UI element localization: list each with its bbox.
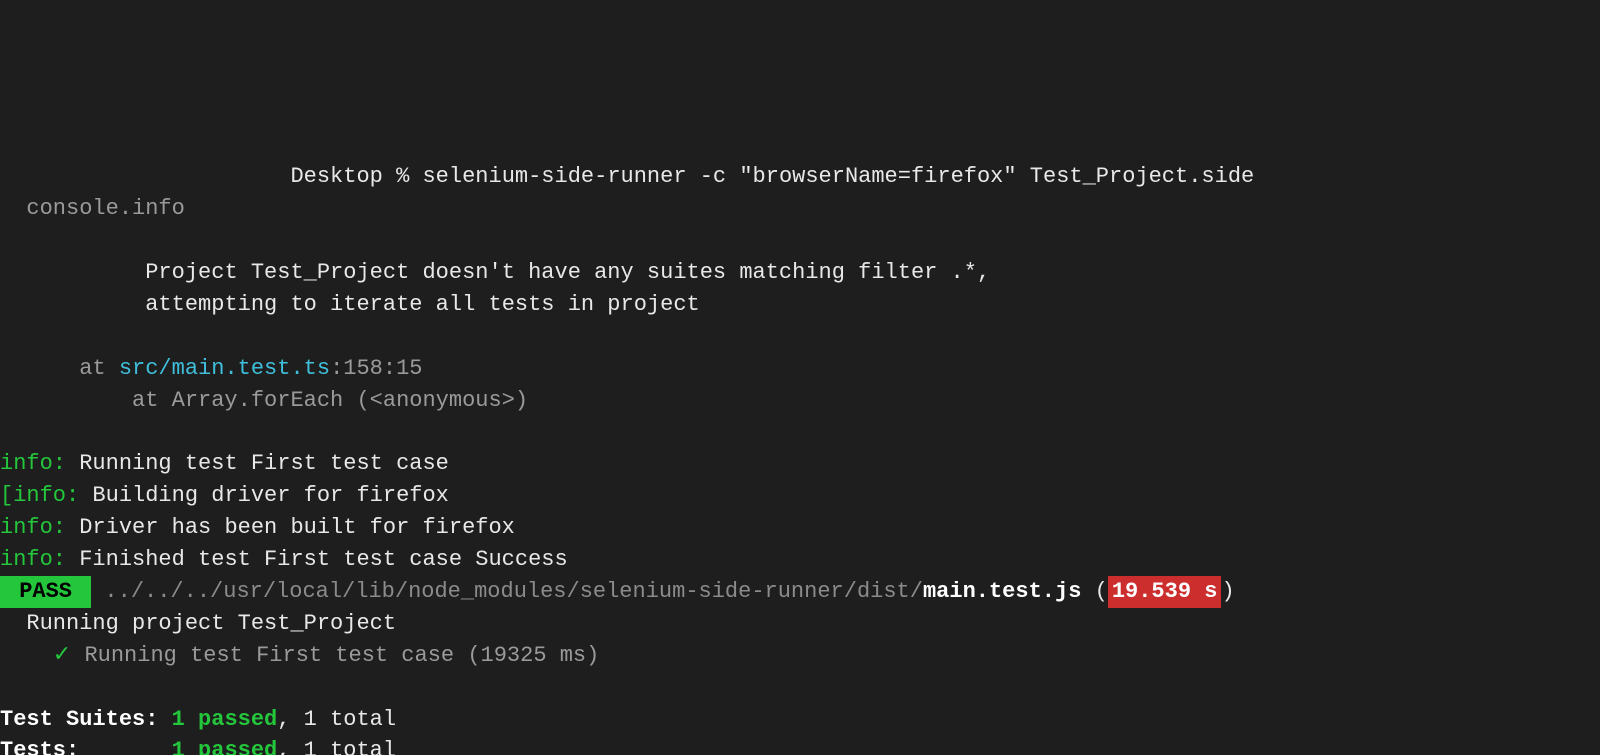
stack-file-link[interactable]: src/main.test.ts	[119, 356, 330, 381]
pass-badge: PASS	[0, 576, 91, 608]
pass-path-file: main.test.js	[923, 579, 1081, 604]
check-icon: ✓	[0, 643, 84, 668]
stack-at-line: at src/main.test.ts:158:15	[0, 356, 422, 381]
log-line-4: info: Finished test First test case Succ…	[0, 547, 568, 572]
summary-tests: Tests: 1 passed, 1 total	[0, 738, 396, 755]
message-line-2: attempting to iterate all tests in proje…	[0, 292, 700, 317]
prompt-sep: %	[383, 164, 423, 189]
running-project-line: Running project Test_Project	[0, 611, 396, 636]
console-info-label: console.info	[0, 196, 185, 221]
log-line-2: [info: Building driver for firefox	[0, 483, 449, 508]
prompt-command[interactable]: selenium-side-runner -c "browserName=fir…	[422, 164, 1254, 189]
prompt-line: Desktop % selenium-side-runner -c "brows…	[0, 164, 1254, 189]
stack-foreach-line: at Array.forEach (<anonymous>)	[0, 388, 528, 413]
log-line-1: info: Running test First test case	[0, 451, 449, 476]
terminal-output: Desktop % selenium-side-runner -c "brows…	[0, 159, 1600, 755]
running-test-line: ✓ Running test First test case (19325 ms…	[0, 643, 599, 668]
log-line-3: info: Driver has been built for firefox	[0, 515, 515, 540]
prompt-location: Desktop	[290, 164, 382, 189]
message-line-1: Project Test_Project doesn't have any su…	[0, 260, 990, 285]
pass-time-badge: 19.539 s	[1108, 576, 1222, 608]
pass-line: PASS ../../../usr/local/lib/node_modules…	[0, 579, 1235, 604]
pass-path-dim: ../../../usr/local/lib/node_modules/sele…	[91, 579, 923, 604]
summary-suites: Test Suites: 1 passed, 1 total	[0, 707, 396, 732]
